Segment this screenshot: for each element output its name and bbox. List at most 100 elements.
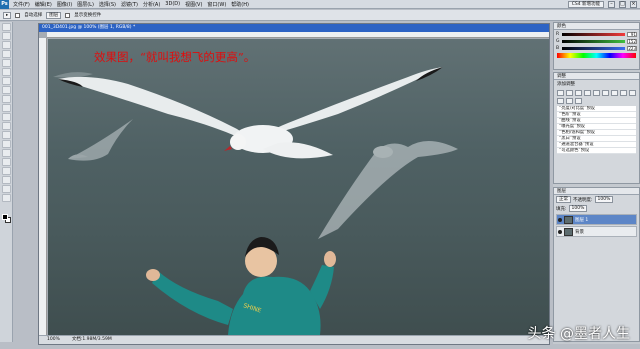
close-button[interactable]: × bbox=[630, 1, 637, 8]
minimize-button[interactable]: – bbox=[608, 1, 615, 8]
dodge-tool-icon[interactable] bbox=[2, 140, 11, 148]
eye-icon[interactable] bbox=[558, 217, 562, 222]
menu-layer[interactable]: 图层(L) bbox=[77, 1, 94, 8]
eraser-tool-icon[interactable] bbox=[2, 113, 11, 121]
opacity-input[interactable]: 100% bbox=[594, 196, 614, 203]
red-value[interactable]: 91 bbox=[627, 31, 637, 37]
blue-slider[interactable] bbox=[562, 46, 625, 50]
black-white-icon[interactable] bbox=[620, 90, 627, 96]
blurred-gull-right bbox=[318, 140, 458, 239]
color-slider-g: G 152 bbox=[556, 38, 637, 44]
menu-bar: Ps 文件(F) 编辑(E) 图像(I) 图层(L) 选择(S) 滤镜(T) 分… bbox=[0, 0, 640, 9]
foreground-color-swatch[interactable] bbox=[2, 214, 8, 220]
blurred-gull-left bbox=[68, 119, 133, 161]
move-tool-icon[interactable] bbox=[2, 23, 11, 31]
zoom-level[interactable]: 100% bbox=[47, 336, 60, 344]
healing-brush-tool-icon[interactable] bbox=[2, 77, 11, 85]
channel-mixer-icon[interactable] bbox=[557, 98, 564, 104]
document-size: 文档:1.98M/3.59M bbox=[71, 337, 112, 342]
tool-preset-picker[interactable]: ▸ bbox=[3, 11, 12, 19]
hue-saturation-icon[interactable] bbox=[602, 90, 609, 96]
posterize-icon[interactable] bbox=[575, 98, 582, 104]
watermark-text: 头条 @墨者人生 bbox=[527, 326, 630, 342]
menu-items: 文件(F) 编辑(E) 图像(I) 图层(L) 选择(S) 滤镜(T) 分析(A… bbox=[13, 1, 249, 8]
history-brush-tool-icon[interactable] bbox=[2, 104, 11, 112]
vibrance-icon[interactable] bbox=[593, 90, 600, 96]
document-tab[interactable]: 001_3D401.jpg @ 100% (图层 1, RGB/8) * bbox=[39, 24, 549, 32]
boy-figure: SHINE bbox=[146, 237, 336, 335]
crop-tool-icon[interactable] bbox=[2, 59, 11, 67]
quick-select-tool-icon[interactable] bbox=[2, 50, 11, 58]
menu-view[interactable]: 视图(V) bbox=[185, 1, 202, 8]
shape-tool-icon[interactable] bbox=[2, 176, 11, 184]
menu-edit[interactable]: 编辑(E) bbox=[35, 1, 52, 8]
color-slider-r: R 91 bbox=[556, 31, 637, 37]
hand-tool-icon[interactable] bbox=[2, 185, 11, 193]
menu-analysis[interactable]: 分析(A) bbox=[143, 1, 160, 8]
layers-panel: 图层 正常 不透明度: 100% 填充: 100% 图层 1 背景 bbox=[553, 187, 640, 342]
gradient-tool-icon[interactable] bbox=[2, 122, 11, 130]
blur-tool-icon[interactable] bbox=[2, 131, 11, 139]
brush-tool-icon[interactable] bbox=[2, 86, 11, 94]
pen-tool-icon[interactable] bbox=[2, 149, 11, 157]
show-transform-checkbox[interactable] bbox=[65, 12, 71, 18]
eyedropper-tool-icon[interactable] bbox=[2, 68, 11, 76]
workspace-select[interactable]: CS4 新增功能 bbox=[567, 1, 604, 8]
preset-item[interactable]: “可选颜色”预设 bbox=[557, 148, 636, 154]
layer-name: 图层 1 bbox=[575, 217, 589, 223]
fill-label: 填充: bbox=[556, 206, 567, 212]
layer-row[interactable]: 图层 1 bbox=[556, 214, 637, 225]
menu-3d[interactable]: 3D(D) bbox=[165, 1, 180, 8]
adjustments-subtitle: 添加调整 bbox=[557, 82, 575, 87]
canvas-image[interactable]: SHINE 效果图，“就叫我想飞的更高”。 bbox=[48, 39, 549, 335]
layer-thumbnail bbox=[564, 215, 573, 224]
layer-thumbnail bbox=[564, 227, 573, 236]
green-value[interactable]: 152 bbox=[627, 38, 637, 44]
vertical-ruler bbox=[39, 38, 47, 335]
caption-text: 效果图，“就叫我想飞的更高”。 bbox=[94, 50, 256, 64]
lasso-tool-icon[interactable] bbox=[2, 41, 11, 49]
menu-select[interactable]: 选择(S) bbox=[99, 1, 116, 8]
type-tool-icon[interactable] bbox=[2, 158, 11, 166]
fill-input[interactable]: 100% bbox=[568, 205, 588, 212]
path-select-tool-icon[interactable] bbox=[2, 167, 11, 175]
color-panel-tab[interactable]: 颜色 bbox=[554, 23, 639, 30]
layer-name: 背景 bbox=[575, 229, 584, 235]
menu-help[interactable]: 帮助(H) bbox=[231, 1, 249, 8]
color-balance-icon[interactable] bbox=[611, 90, 618, 96]
marquee-tool-icon[interactable] bbox=[2, 32, 11, 40]
auto-select-checkbox[interactable] bbox=[15, 12, 21, 18]
maximize-button[interactable]: □ bbox=[619, 1, 626, 8]
document-status-bar: 100% 文档:1.98M/3.59M bbox=[39, 335, 549, 344]
blurred-gull-top bbox=[53, 72, 93, 78]
menu-window[interactable]: 窗口(W) bbox=[207, 1, 226, 8]
menu-image[interactable]: 图像(I) bbox=[57, 1, 72, 8]
fill-row: 填充: 100% bbox=[554, 204, 639, 213]
layers-panel-tab[interactable]: 图层 bbox=[554, 188, 639, 195]
photoshop-logo: Ps bbox=[0, 0, 9, 9]
blend-mode-select[interactable]: 正常 bbox=[556, 196, 571, 203]
photo-filter-icon[interactable] bbox=[629, 90, 636, 96]
menu-filter[interactable]: 滤镜(T) bbox=[121, 1, 138, 8]
blue-value[interactable]: 223 bbox=[627, 45, 637, 51]
menu-file[interactable]: 文件(F) bbox=[13, 1, 30, 8]
adjustment-icon-grid bbox=[554, 88, 639, 106]
blend-row: 正常 不透明度: 100% bbox=[554, 195, 639, 204]
color-spectrum-bar[interactable] bbox=[557, 53, 636, 58]
options-bar: ▸ 自动选择 图层 显示变换控件 bbox=[0, 10, 640, 21]
exposure-icon[interactable] bbox=[584, 90, 591, 96]
brightness-icon[interactable] bbox=[557, 90, 564, 96]
auto-select-target-select[interactable]: 图层 bbox=[46, 11, 62, 19]
clone-stamp-tool-icon[interactable] bbox=[2, 95, 11, 103]
adjustments-panel-tab[interactable]: 调整 bbox=[554, 73, 639, 80]
eye-icon[interactable] bbox=[558, 229, 562, 234]
zoom-tool-icon[interactable] bbox=[2, 194, 11, 202]
adjustments-panel: 调整 添加调整 “亮度/对比度”预设 “色阶”预设 “曲线”预设 “曝光度”预设… bbox=[553, 72, 640, 184]
layer-row[interactable]: 背景 bbox=[556, 226, 637, 237]
auto-select-label: 自动选择 bbox=[24, 13, 43, 18]
levels-icon[interactable] bbox=[566, 90, 573, 96]
invert-icon[interactable] bbox=[566, 98, 573, 104]
green-slider[interactable] bbox=[562, 39, 625, 43]
curves-icon[interactable] bbox=[575, 90, 582, 96]
red-slider[interactable] bbox=[562, 32, 625, 36]
